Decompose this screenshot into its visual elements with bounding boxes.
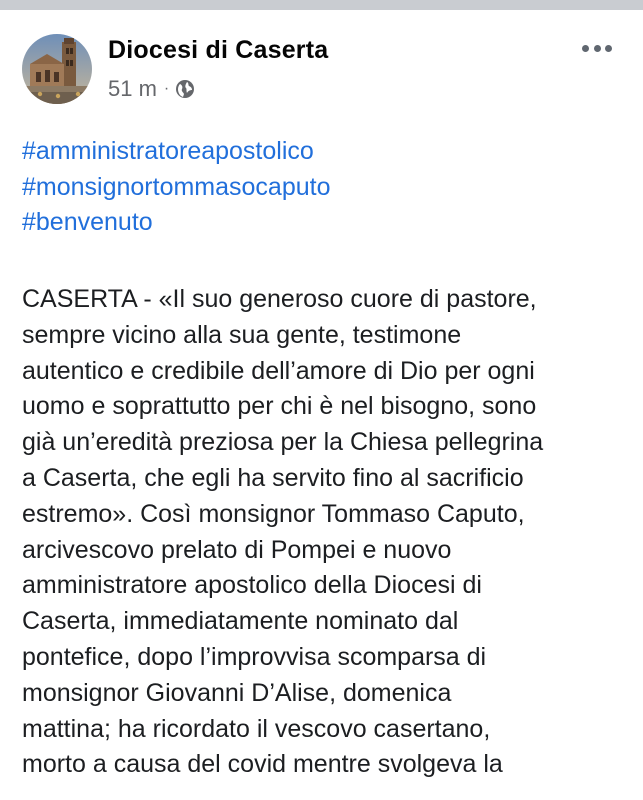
post-body-line: a Caserta, che egli ha servito fino al s… (22, 463, 524, 492)
post-body-line: morto a causa del covid mentre svolgeva … (22, 750, 503, 779)
top-divider-bar (0, 0, 643, 10)
post-meta: 51 m · (108, 76, 195, 102)
hashtag-link-amministratoreapostolico[interactable]: #amministratoreapostolico (22, 134, 331, 170)
post-body-line: amministratore apostolico della Diocesi … (22, 571, 482, 600)
post-body-line: pontefice, dopo l’improvvisa scomparsa d… (22, 642, 487, 671)
avatar[interactable] (22, 34, 92, 104)
more-options-icon[interactable] (582, 40, 612, 56)
post-author-name[interactable]: Diocesi di Caserta (108, 36, 328, 65)
more-dot (605, 44, 612, 52)
post-body-line: Caserta, immediatamente nominato dal (22, 607, 459, 636)
post-body-line: autentico e credibile dell’amore di Dio … (22, 356, 535, 385)
hashtag-link-monsignortommasocaputo[interactable]: #monsignortommasocaputo (22, 170, 331, 206)
post-timestamp[interactable]: 51 m (108, 76, 157, 102)
post-body-line: arcivescovo prelato di Pompei e nuovo (22, 535, 452, 564)
cathedral-photo-icon (22, 34, 92, 104)
post-body-line: mattina; ha ricordato il vescovo caserta… (22, 714, 491, 743)
post-body-line: CASERTA - «Il suo generoso cuore di past… (22, 285, 537, 313)
hashtag-link-benvenuto[interactable]: #benvenuto (22, 205, 331, 241)
more-dot (593, 44, 601, 52)
post-body-text: CASERTA - «Il suo generoso cuore di past… (22, 282, 637, 783)
facebook-post: Diocesi di Caserta 51 m · #amministrator… (0, 10, 643, 800)
post-body-line: sempre vicino alla sua gente, testimone (22, 320, 462, 349)
post-body-line: estremo». Così monsignor Tommaso Caputo, (22, 499, 525, 528)
hashtag-list: #amministratoreapostolico #monsignortomm… (22, 134, 331, 241)
post-body-line: già un’eredità preziosa per la Chiesa pe… (22, 428, 544, 457)
more-dot (582, 44, 589, 52)
globe-icon[interactable] (175, 79, 195, 99)
post-body-line: monsignor Giovanni D’Alise, domenica (22, 678, 452, 707)
post-body-line: uomo e soprattutto per chi è nel bisogno… (22, 392, 537, 421)
meta-separator: · (163, 80, 170, 97)
